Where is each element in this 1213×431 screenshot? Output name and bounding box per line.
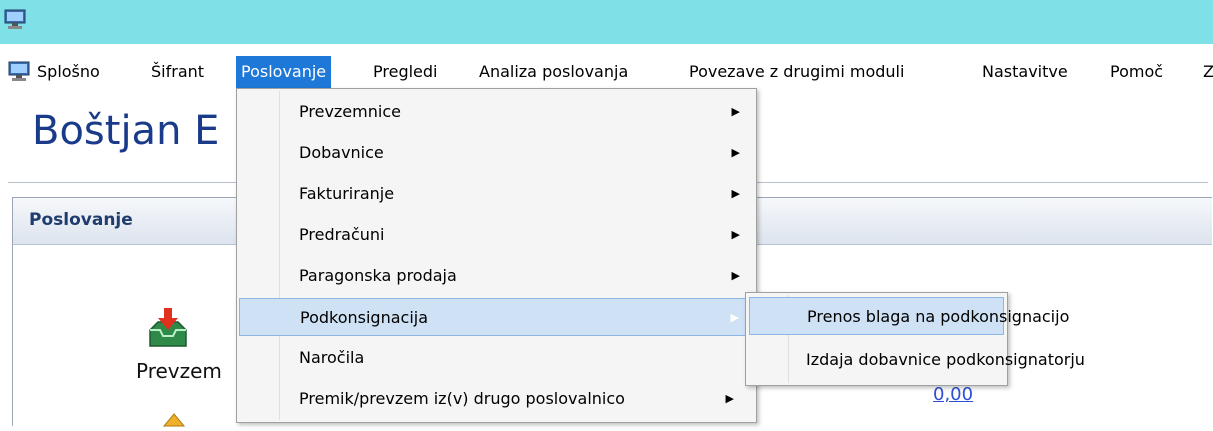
menu-item-izdaja-dobavnice[interactable]: Izdaja dobavnice podkonsignatorju — [749, 341, 1085, 379]
menu-item-label: Prevzemnice — [299, 102, 401, 121]
menu-sifrant[interactable]: Šifrant — [146, 56, 209, 88]
menu-item-label: Prenos blaga na podkonsignacijo — [807, 307, 1070, 326]
menu-item-fakturiranje[interactable]: Fakturiranje ▶ — [239, 175, 754, 213]
menu-splosno[interactable]: Splošno — [32, 56, 105, 88]
submenu-arrow-icon: ▶ — [731, 146, 740, 159]
menu-item-label: Fakturiranje — [299, 184, 395, 203]
menu-item-label: Predračuni — [299, 225, 385, 244]
title-bar — [0, 0, 1213, 44]
computer-icon[interactable] — [8, 60, 30, 86]
panel-title: Poslovanje — [29, 210, 133, 230]
poslovanje-dropdown: Prevzemnice ▶ Dobavnice ▶ Fakturiranje ▶… — [236, 88, 757, 423]
menu-item-dobavnice[interactable]: Dobavnice ▶ — [239, 134, 754, 172]
value-link[interactable]: 0,00 — [933, 384, 973, 405]
tile-prevzem-label[interactable]: Prevzem — [136, 359, 222, 383]
menu-nastavitve[interactable]: Nastavitve — [977, 56, 1073, 88]
submenu-arrow-icon: ▶ — [725, 392, 734, 405]
user-name-title: Boštjan E — [32, 108, 220, 154]
menu-poslovanje[interactable]: Poslovanje — [236, 56, 332, 88]
menu-item-podkonsignacija[interactable]: Podkonsignacija ▶ — [239, 298, 754, 336]
menu-analiza-poslovanja[interactable]: Analiza poslovanja — [474, 56, 633, 88]
menu-item-label: Premik/prevzem iz(v) drugo poslovalnico — [299, 389, 625, 408]
menu-item-prenos-blaga[interactable]: Prenos blaga na podkonsignacijo — [749, 297, 1069, 335]
menu-item-premik-prevzem[interactable]: Premik/prevzem iz(v) drugo poslovalnico … — [239, 380, 754, 418]
menu-item-label: Podkonsignacija — [300, 308, 429, 327]
menu-z[interactable]: Z — [1198, 56, 1213, 88]
inbox-download-icon[interactable] — [146, 306, 190, 354]
menu-item-label: Paragonska prodaja — [299, 266, 457, 285]
submenu-arrow-icon: ▶ — [731, 228, 740, 241]
computer-icon[interactable] — [4, 8, 26, 34]
menu-pregledi[interactable]: Pregledi — [368, 56, 442, 88]
podkonsignacija-submenu: Prenos blaga na podkonsignacijo Izdaja d… — [745, 292, 1085, 386]
menu-item-label: Izdaja dobavnice podkonsignatorju — [806, 350, 1085, 369]
submenu-arrow-icon: ▶ — [731, 105, 740, 118]
menu-item-predracuni[interactable]: Predračuni ▶ — [239, 216, 754, 254]
submenu-arrow-icon: ▶ — [731, 269, 740, 282]
menu-item-narocila[interactable]: Naročila — [239, 339, 754, 377]
menu-item-label: Dobavnice — [299, 143, 384, 162]
menu-item-paragonska-prodaja[interactable]: Paragonska prodaja ▶ — [239, 257, 754, 295]
submenu-arrow-icon: ▶ — [731, 187, 740, 200]
menu-item-prevzemnice[interactable]: Prevzemnice ▶ — [239, 93, 754, 131]
menu-item-label: Naročila — [299, 348, 365, 367]
submenu-arrow-icon: ▶ — [730, 311, 739, 324]
tile-icon[interactable] — [162, 412, 186, 431]
menu-pomoc[interactable]: Pomoč — [1105, 56, 1168, 88]
menu-povezave[interactable]: Povezave z drugimi moduli — [684, 56, 909, 88]
menu-bar: Splošno Šifrant Poslovanje Pregledi Anal… — [0, 56, 1213, 88]
